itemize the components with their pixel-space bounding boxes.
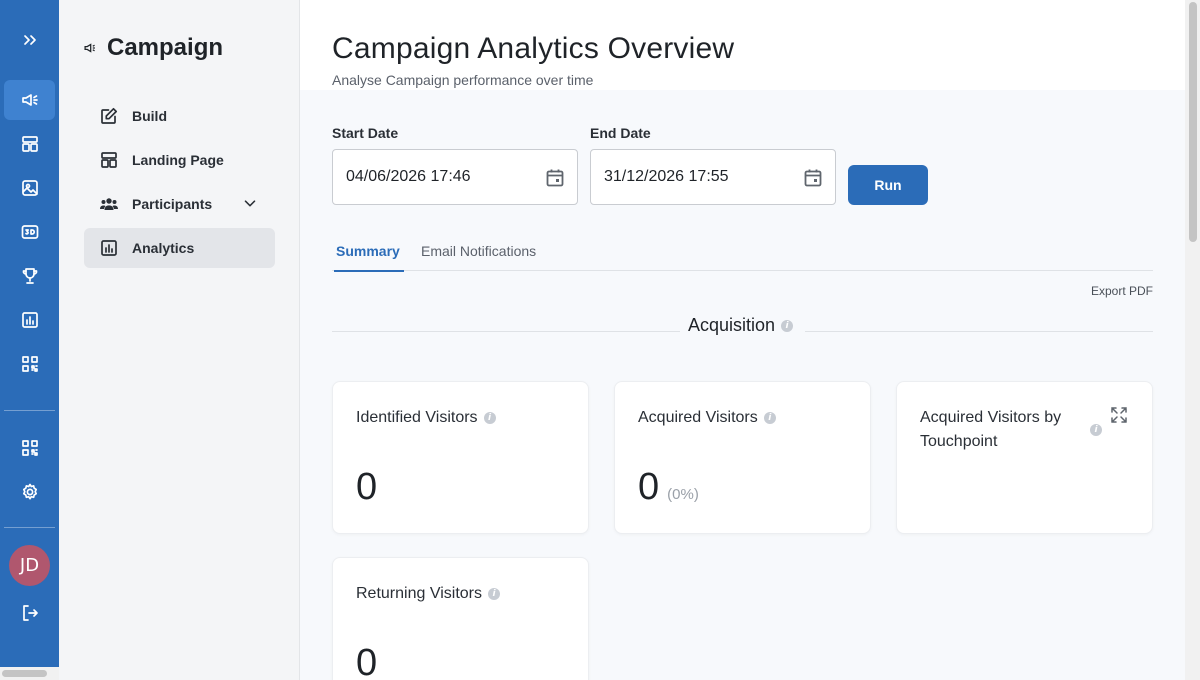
- logout-button[interactable]: [4, 593, 55, 633]
- sidebar-item-build[interactable]: Build: [84, 96, 275, 136]
- sidebar-header: Campaign: [83, 34, 223, 62]
- app-rail: JD: [0, 0, 59, 680]
- rail-analytics-button[interactable]: [4, 300, 55, 340]
- trophy-icon: [22, 268, 37, 284]
- card-title-row: Identified Visitors i: [356, 409, 496, 427]
- page-subtitle: Analyse Campaign performance over time: [332, 72, 594, 88]
- sidebar-item-label: Participants: [132, 196, 213, 212]
- card-title: Acquired Visitors by Touchpoint: [920, 409, 1062, 450]
- touchpoint-card: Acquired Visitors by Touchpoint i: [896, 381, 1153, 534]
- sidebar-item-landing-page[interactable]: Landing Page: [84, 140, 275, 180]
- info-icon[interactable]: i: [781, 319, 794, 332]
- section-divider: [332, 331, 680, 332]
- card-title: Acquired Visitors: [638, 409, 758, 426]
- card-percentage: (0%): [667, 486, 699, 503]
- rail-settings-button[interactable]: [4, 472, 55, 512]
- sidebar-item-label: Build: [132, 108, 167, 124]
- section-divider: [805, 331, 1153, 332]
- card-title: Returning Visitors: [356, 585, 482, 602]
- rail-campaign-button[interactable]: [4, 80, 55, 120]
- start-date-picker[interactable]: [544, 167, 566, 189]
- rail-qr-button[interactable]: [4, 344, 55, 384]
- rail-media-button[interactable]: [4, 168, 55, 208]
- megaphone-icon: [21, 94, 38, 106]
- edit-icon: [101, 107, 118, 124]
- rail-layout-button[interactable]: [4, 124, 55, 164]
- rail-rewards-button[interactable]: [4, 256, 55, 296]
- scrollbar-thumb[interactable]: [1189, 2, 1197, 242]
- chart-icon: [21, 312, 38, 328]
- export-pdf-link[interactable]: Export PDF: [1091, 284, 1153, 298]
- horizontal-scrollbar[interactable]: [0, 667, 59, 680]
- rail-qr-secondary-button[interactable]: [4, 428, 55, 468]
- info-icon[interactable]: i: [487, 588, 500, 600]
- qr-code-icon: [21, 356, 38, 372]
- expand-icon: [1111, 407, 1127, 423]
- sidebar-item-label: Analytics: [132, 240, 195, 256]
- card-title: Identified Visitors: [356, 409, 478, 426]
- calendar-icon: [804, 169, 822, 187]
- start-date-label: Start Date: [332, 125, 399, 141]
- identified-visitors-card: Identified Visitors i 0: [332, 381, 589, 534]
- sidebar-item-analytics[interactable]: Analytics: [84, 228, 275, 268]
- card-value: 0: [356, 466, 378, 508]
- section-heading: Acquisition i: [688, 315, 794, 336]
- campaign-sidebar: Campaign Build Landing Page Participants…: [59, 0, 300, 680]
- card-value: 0: [356, 642, 378, 680]
- layout-icon: [21, 136, 38, 152]
- rail-divider: [4, 410, 55, 411]
- users-icon: [100, 198, 118, 210]
- start-date-field[interactable]: [332, 149, 578, 205]
- calendar-icon: [546, 169, 564, 187]
- card-title-row: Acquired Visitors by Touchpoint: [920, 406, 1090, 454]
- rail-divider: [4, 527, 55, 528]
- end-date-picker[interactable]: [802, 167, 824, 189]
- sidebar-item-label: Landing Page: [132, 152, 224, 168]
- sidebar-item-participants[interactable]: Participants: [84, 184, 275, 224]
- avatar[interactable]: JD: [9, 545, 50, 586]
- start-date-input[interactable]: [346, 168, 536, 186]
- expand-rail-button[interactable]: [4, 20, 55, 60]
- analytics-tabs: Summary Email Notifications: [332, 238, 1153, 272]
- image-icon: [21, 180, 38, 196]
- end-date-input[interactable]: [604, 168, 794, 186]
- tab-email-notifications[interactable]: Email Notifications: [421, 243, 536, 271]
- layout-icon: [101, 152, 117, 168]
- acquired-visitors-card: Acquired Visitors i 0 (0%): [614, 381, 871, 534]
- card-title-row: Returning Visitors i: [356, 585, 500, 603]
- card-value: 0: [638, 466, 660, 508]
- section-title: Acquisition: [688, 315, 776, 335]
- expand-card-button[interactable]: [1110, 406, 1128, 424]
- info-icon[interactable]: i: [763, 412, 776, 424]
- vertical-scrollbar[interactable]: [1185, 0, 1200, 680]
- card-title-row: Acquired Visitors i: [638, 409, 776, 427]
- gear-icon: [22, 483, 37, 500]
- run-button[interactable]: Run: [848, 165, 928, 205]
- qr-code-icon: [21, 440, 38, 456]
- sidebar-title: Campaign: [107, 34, 224, 61]
- rail-3d-button[interactable]: [4, 212, 55, 252]
- card-value-row: 0 (0%): [638, 466, 699, 509]
- info-icon[interactable]: i: [1090, 424, 1102, 436]
- double-chevron-right-icon: [23, 35, 36, 45]
- scrollbar-thumb[interactable]: [2, 670, 47, 677]
- returning-visitors-card: Returning Visitors i 0: [332, 557, 589, 680]
- page-title: Campaign Analytics Overview: [332, 32, 735, 65]
- 3d-icon: [21, 225, 38, 239]
- chart-icon: [101, 240, 117, 256]
- chevron-down-icon[interactable]: [241, 194, 259, 212]
- end-date-field[interactable]: [590, 149, 836, 205]
- info-icon[interactable]: i: [483, 412, 496, 424]
- logout-icon: [22, 605, 38, 621]
- end-date-label: End Date: [590, 125, 651, 141]
- analytics-main: Campaign Analytics Overview Analyse Camp…: [300, 0, 1185, 680]
- tab-summary[interactable]: Summary: [334, 243, 404, 272]
- megaphone-icon: [84, 43, 95, 53]
